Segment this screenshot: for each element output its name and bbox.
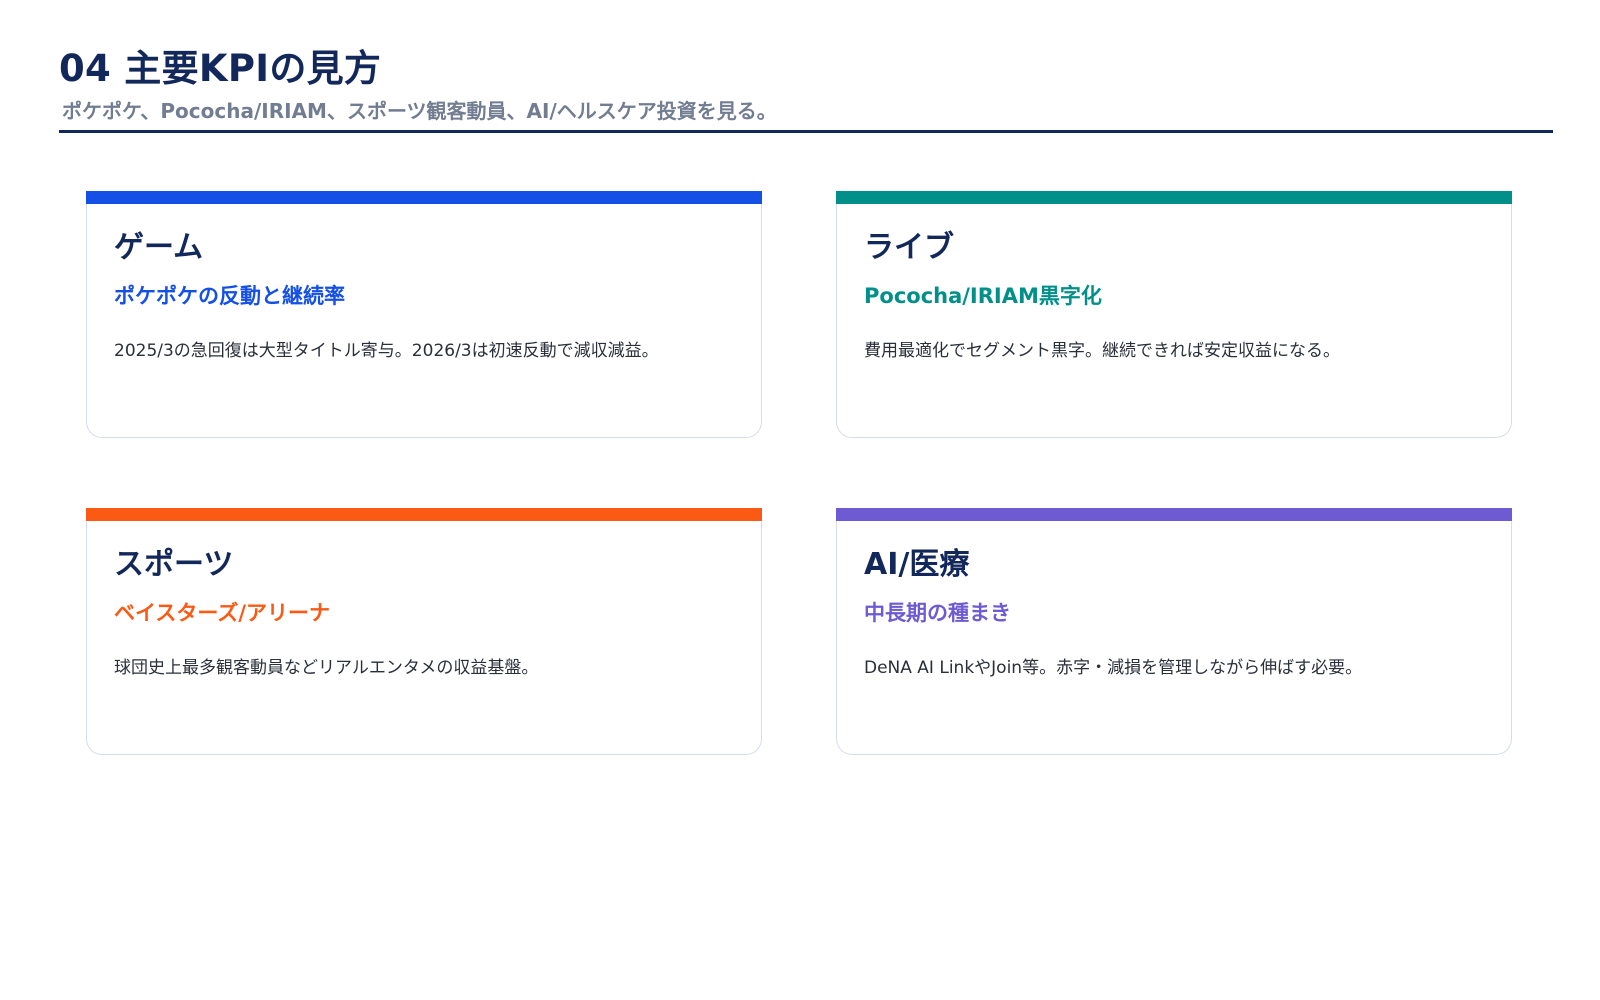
card-body: 費用最適化でセグメント黒字。継続できれば安定収益になる。: [864, 341, 1340, 361]
card-category: ゲーム: [114, 230, 204, 265]
card-headline: ベイスターズ/アリーナ: [114, 601, 330, 625]
card-headline: Pococha/IRIAM黒字化: [864, 284, 1102, 308]
card-category: スポーツ: [114, 547, 234, 582]
kpi-card-live: ライブ Pococha/IRIAM黒字化 費用最適化でセグメント黒字。継続できれ…: [835, 191, 1512, 438]
card-body: 球団史上最多観客動員などリアルエンタメの収益基盤。: [114, 658, 539, 678]
card-category: AI/医療: [864, 547, 970, 582]
card-headline: ポケポケの反動と継続率: [114, 284, 345, 308]
card-body: 2025/3の急回復は大型タイトル寄与。2026/3は初速反動で減収減益。: [114, 341, 659, 361]
card-accent-bar: [85, 191, 762, 204]
kpi-card-sports: スポーツ ベイスターズ/アリーナ 球団史上最多観客動員などリアルエンタメの収益基…: [85, 508, 762, 755]
card-accent-bar: [835, 508, 1512, 521]
card-accent-bar: [835, 191, 1512, 204]
card-category: ライブ: [864, 230, 954, 265]
card-accent-bar: [85, 508, 762, 521]
page-title: 04 主要KPIの見方: [59, 47, 382, 90]
header-divider: [59, 130, 1553, 133]
card-body: DeNA AI LinkやJoin等。赤字・減損を管理しながら伸ばす必要。: [864, 658, 1363, 678]
kpi-card-ai-medical: AI/医療 中長期の種まき DeNA AI LinkやJoin等。赤字・減損を管…: [835, 508, 1512, 755]
page-subtitle: ポケポケ、Pococha/IRIAM、スポーツ観客動員、AI/ヘルスケア投資を見…: [62, 99, 777, 123]
kpi-card-game: ゲーム ポケポケの反動と継続率 2025/3の急回復は大型タイトル寄与。2026…: [85, 191, 762, 438]
card-headline: 中長期の種まき: [864, 601, 1011, 625]
slide-header: 04 主要KPIの見方 ポケポケ、Pococha/IRIAM、スポーツ観客動員、…: [59, 46, 1553, 124]
